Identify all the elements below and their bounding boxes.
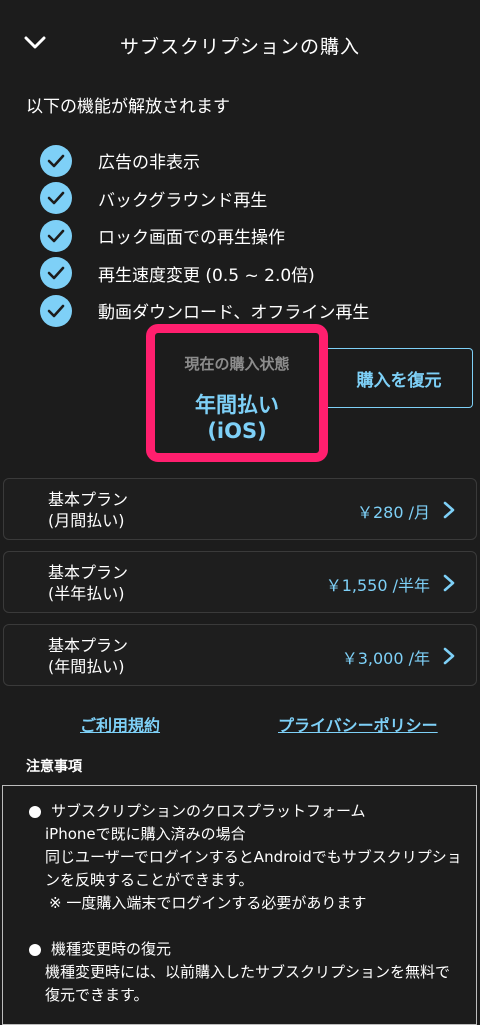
header: サブスクリプションの購入	[0, 0, 480, 92]
notes-title: 注意事項	[26, 759, 82, 775]
note-item: サブスクリプションのクロスプラットフォーム iPhoneで既に購入済みの場合 同…	[29, 800, 464, 915]
restore-purchase-button[interactable]: 購入を復元	[326, 348, 473, 408]
feature-item: 再生速度変更 (0.5 ~ 2.0倍)	[40, 255, 460, 293]
note-body: iPhoneで既に購入済みの場合 同じユーザーでログインするとAndroidでも…	[45, 825, 462, 889]
plan-name: 基本プラン (年間払い)	[48, 636, 129, 676]
chevron-right-icon	[443, 574, 455, 592]
plan-monthly[interactable]: 基本プラン (月間払い) ￥280 /月	[3, 478, 477, 540]
status-value: 年間払い (iOS)	[195, 393, 279, 443]
plan-price: ￥1,550 /半年	[325, 576, 430, 595]
check-circle-icon	[40, 182, 72, 215]
note-heading-text: 機種変更時の復元	[51, 940, 172, 958]
feature-label: バックグラウンド再生	[98, 190, 268, 211]
plan-half-year[interactable]: 基本プラン (半年払い) ￥1,550 /半年	[3, 551, 477, 613]
check-circle-icon	[40, 257, 72, 290]
notes-box: サブスクリプションのクロスプラットフォーム iPhoneで既に購入済みの場合 同…	[2, 785, 477, 1025]
note-subnote: ※ 一度購入端末でログインする必要があります	[49, 894, 367, 912]
intro-text: 以下の機能が解放されます	[26, 97, 230, 117]
bullet-icon	[29, 805, 41, 818]
note-body: 機種変更時には、以前購入したサブスクリプションを無料で復元できます。	[45, 963, 451, 1004]
feature-label: 広告の非表示	[98, 153, 200, 174]
note-heading: サブスクリプションのクロスプラットフォーム	[29, 800, 464, 823]
feature-item: バックグラウンド再生	[40, 180, 460, 218]
feature-item: ロック画面での再生操作	[40, 217, 460, 255]
note-item: 機種変更時の復元 機種変更時には、以前購入したサブスクリプションを無料で復元でき…	[29, 938, 464, 1007]
plan-yearly[interactable]: 基本プラン (年間払い) ￥3,000 /年	[3, 624, 477, 686]
plan-name: 基本プラン (半年払い)	[48, 563, 129, 603]
check-circle-icon	[40, 219, 72, 252]
feature-item: 広告の非表示	[40, 142, 460, 180]
plan-price: ￥280 /月	[356, 503, 430, 522]
bullet-icon	[29, 943, 41, 956]
note-heading: 機種変更時の復元	[29, 938, 464, 961]
chevron-right-icon	[443, 501, 455, 519]
plan-list: 基本プラン (月間払い) ￥280 /月 基本プラン (半年払い) ￥1,550…	[0, 478, 480, 697]
feature-list: 広告の非表示 バックグラウンド再生 ロック画面での再生操作 再生速度変更 (0.…	[40, 142, 460, 330]
status-caption: 現在の購入状態	[184, 355, 290, 373]
current-status-box: 現在の購入状態 年間払い (iOS)	[146, 324, 328, 462]
feature-label: ロック画面での再生操作	[98, 228, 285, 249]
chevron-right-icon	[443, 647, 455, 665]
page-title: サブスクリプションの購入	[119, 36, 360, 58]
purchase-status-area: 購入を復元 現在の購入状態 年間払い (iOS)	[0, 320, 480, 468]
legal-links: ご利用規約 プライバシーポリシー	[0, 700, 480, 740]
check-circle-icon	[40, 144, 72, 177]
privacy-policy-link[interactable]: プライバシーポリシー	[278, 712, 438, 736]
note-heading-text: サブスクリプションのクロスプラットフォーム	[51, 802, 366, 820]
plan-price: ￥3,000 /年	[341, 649, 430, 668]
terms-link[interactable]: ご利用規約	[80, 712, 160, 736]
feature-label: 再生速度変更 (0.5 ~ 2.0倍)	[98, 265, 315, 286]
plan-name: 基本プラン (月間払い)	[48, 490, 129, 530]
